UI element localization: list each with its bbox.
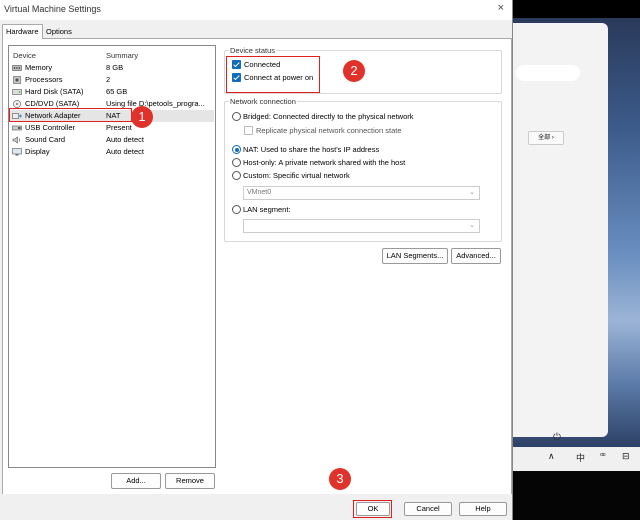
device-status-label: Device status — [229, 46, 277, 55]
help-button[interactable]: Help — [459, 502, 507, 516]
advanced-button[interactable]: Advanced... — [451, 248, 501, 264]
replicate-label: Replicate physical network connection st… — [256, 126, 402, 135]
annotation-box-device-status — [226, 56, 320, 93]
taskbar: ∧ 中 ꟹ ⊟ — [512, 447, 640, 471]
tab-options[interactable]: Options — [42, 24, 76, 39]
ime-mode-icon[interactable]: ꟹ — [600, 451, 606, 462]
device-name: USB Controller — [25, 123, 76, 132]
close-icon[interactable]: × — [498, 2, 504, 14]
device-summary: 8 GB — [106, 63, 124, 72]
device-name: CD/DVD (SATA) — [25, 99, 80, 108]
annotation-box-network-adapter — [9, 108, 132, 122]
ime-indicator[interactable]: 中 — [576, 451, 585, 464]
remove-button[interactable]: Remove — [165, 473, 215, 489]
cdrom-icon — [13, 100, 21, 108]
annotation-badge-1: 1 — [131, 106, 153, 128]
device-row-usb-controller[interactable]: USB Controller Present — [9, 122, 214, 134]
device-name: Processors — [25, 75, 63, 84]
device-row-display[interactable]: Display Auto detect — [9, 146, 214, 158]
start-search-box[interactable] — [516, 65, 580, 81]
annotation-box-ok — [353, 500, 392, 518]
device-name: Hard Disk (SATA) — [25, 87, 84, 96]
device-name: Sound Card — [25, 135, 66, 144]
host-only-radio[interactable] — [232, 158, 241, 167]
device-name: Display — [25, 147, 50, 156]
lan-segment-label: LAN segment: — [243, 205, 291, 214]
network-connection-label: Network connection — [229, 97, 297, 106]
device-summary: Auto detect — [106, 135, 144, 144]
replicate-checkbox[interactable] — [244, 126, 253, 135]
nat-radio[interactable] — [232, 145, 241, 154]
device-summary: Auto detect — [106, 147, 144, 156]
processor-icon — [13, 76, 21, 84]
vmnet-select[interactable]: VMnet0 ⌄ — [243, 186, 480, 200]
chevron-down-icon: ⌄ — [469, 222, 475, 229]
sound-card-icon — [12, 136, 21, 144]
display-icon — [12, 148, 22, 156]
cancel-button[interactable]: Cancel — [404, 502, 452, 516]
lan-segment-radio[interactable] — [232, 205, 241, 214]
device-row-memory[interactable]: Memory 8 GB — [9, 62, 214, 74]
window-title: Virtual Machine Settings — [4, 4, 101, 14]
vm-settings-dialog: Virtual Machine Settings × Hardware Opti… — [0, 0, 513, 520]
device-row-hard-disk[interactable]: Hard Disk (SATA) 65 GB — [9, 86, 214, 98]
tab-hardware[interactable]: Hardware — [2, 24, 43, 39]
memory-icon — [12, 65, 22, 71]
lan-segment-select[interactable]: ⌄ — [243, 219, 480, 233]
power-icon[interactable]: ⏻ — [550, 431, 564, 445]
usb-icon — [12, 125, 22, 131]
all-apps-chip[interactable]: 全部 › — [528, 131, 564, 145]
host-only-label: Host-only: A private network shared with… — [243, 158, 406, 167]
device-row-sound-card[interactable]: Sound Card Auto detect — [9, 134, 214, 146]
lan-segments-button[interactable]: LAN Segments... — [382, 248, 448, 264]
annotation-badge-3: 3 — [329, 468, 351, 490]
device-row-processors[interactable]: Processors 2 — [9, 74, 214, 86]
device-summary: 65 GB — [106, 87, 128, 96]
background-window: 全部 › ⏻ ∧ 中 ꟹ ⊟ — [512, 0, 640, 520]
custom-radio[interactable] — [232, 171, 241, 180]
vmnet-value: VMnet0 — [247, 189, 272, 196]
start-menu-panel: 全部 › ⏻ — [512, 23, 608, 443]
harddisk-icon — [12, 89, 22, 95]
bridged-label: Bridged: Connected directly to the physi… — [243, 112, 414, 121]
add-button[interactable]: Add... — [111, 473, 161, 489]
device-summary: Using file D:\petools_progra... — [106, 99, 205, 108]
nat-label: NAT: Used to share the host's IP address — [243, 145, 380, 154]
tray-app-icon[interactable]: ⊟ — [622, 451, 630, 462]
tray-chevron-icon[interactable]: ∧ — [548, 451, 555, 462]
bridged-radio[interactable] — [232, 112, 241, 121]
device-name: Memory — [25, 63, 53, 72]
summary-column-header: Summary — [106, 51, 139, 60]
device-summary: 2 — [106, 75, 111, 84]
device-summary: Present — [106, 123, 132, 132]
title-bar: Virtual Machine Settings × — [0, 0, 512, 20]
bottom-black-area — [512, 471, 640, 520]
annotation-badge-2: 2 — [343, 60, 365, 82]
chevron-down-icon: ⌄ — [469, 189, 475, 196]
custom-label: Custom: Specific virtual network — [243, 171, 350, 180]
device-column-header: Device — [13, 51, 36, 60]
